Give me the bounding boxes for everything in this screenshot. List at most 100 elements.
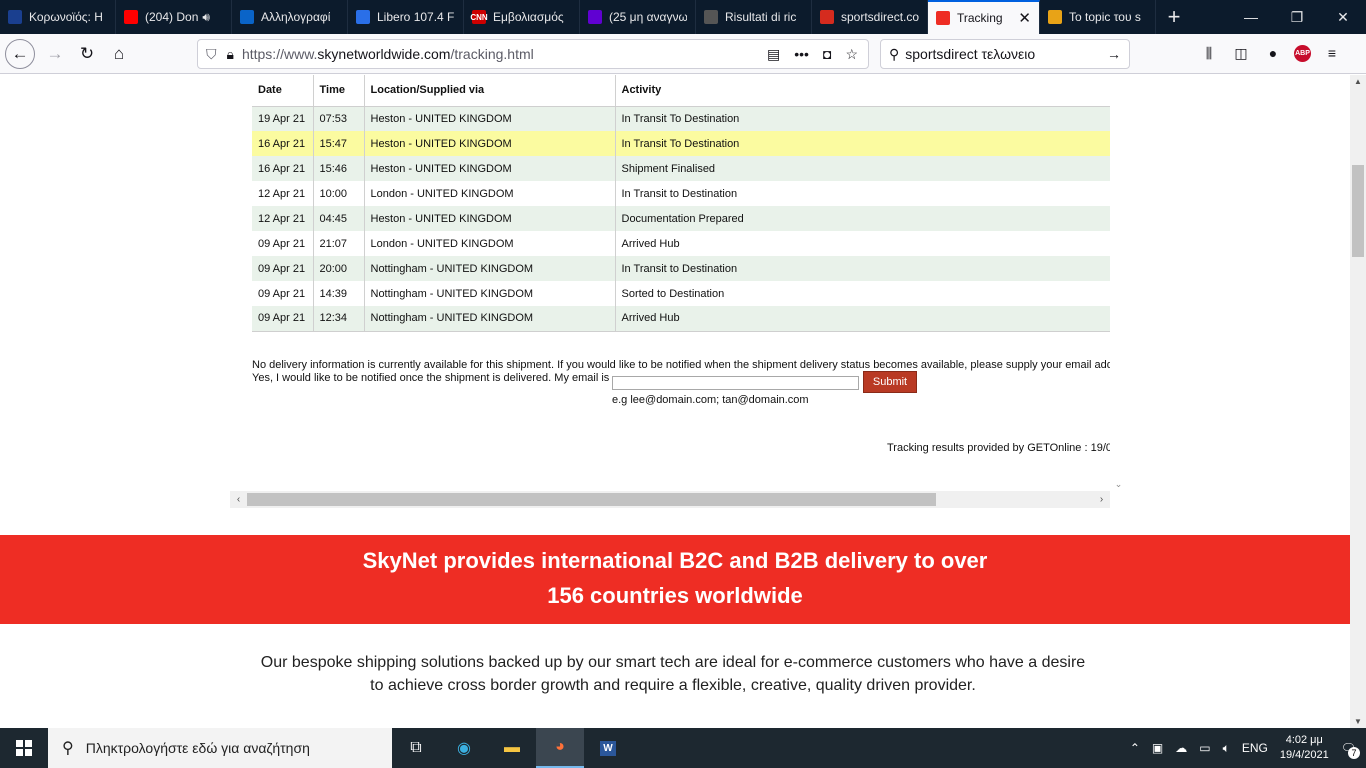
notification-count: 7 [1348, 747, 1360, 759]
task-view-button[interactable]: ⧉ [392, 728, 440, 768]
description-line: to achieve cross border growth and requi… [370, 677, 976, 694]
cell-date: 09 Apr 21 [252, 281, 314, 306]
play-icon [356, 10, 370, 24]
cell-time: 04:45 [313, 206, 365, 231]
search-icon: ⚲ [889, 45, 900, 62]
file-explorer-button[interactable]: ▬ [488, 728, 536, 768]
cell-date: 16 Apr 21 [252, 156, 314, 181]
taskbar-search[interactable]: ⚲ Πληκτρολογήστε εδώ για αναζήτηση [48, 728, 392, 768]
page-icon [704, 10, 718, 24]
table-row: 12 Apr 21 04:45 Heston - UNITED KINGDOM Doc… [252, 206, 1127, 231]
tab-label: Κορωνοϊός: Η [29, 10, 103, 24]
word-button[interactable]: W [584, 728, 632, 768]
email-field[interactable] [612, 376, 859, 390]
cell-activity: Shipment Finalised [615, 156, 1127, 181]
browser-tab[interactable]: (25 μη αναγνω [580, 0, 696, 34]
home-button[interactable]: ⌂ [103, 38, 135, 70]
clock-date: 19/4/2021 [1279, 749, 1329, 761]
edge-button[interactable]: ◉ [440, 728, 488, 768]
cell-date: 12 Apr 21 [252, 206, 314, 231]
column-header: Location/Supplied via [364, 75, 616, 107]
close-tab-icon[interactable]: ✕ [1018, 9, 1031, 27]
minimize-button[interactable]: — [1228, 0, 1274, 34]
url-host: skynetworldwide.com [317, 46, 451, 62]
reload-button[interactable]: ↻ [71, 38, 103, 70]
search-icon: ⚲ [62, 740, 74, 757]
toolbar-right: ⫼ ◫ ● ABP ≡ [1198, 42, 1343, 64]
scrollbar-thumb[interactable] [1352, 165, 1364, 257]
network-icon[interactable]: ▭ [1199, 741, 1210, 755]
clock[interactable]: 4:02 μμ 19/4/2021 [1280, 733, 1329, 763]
browser-tab[interactable]: Libero 107.4 F [348, 0, 464, 34]
table-row: 16 Apr 21 15:46 Heston - UNITED KINGDOM Shi… [252, 156, 1127, 181]
scroll-left-icon[interactable]: ‹ [230, 491, 247, 508]
scroll-down-icon[interactable]: ▼ [1350, 717, 1366, 726]
system-tray: ⌃ ▣ ☁ ▭ 🔈︎ ENG 4:02 μμ 19/4/2021 🗨︎ 7 [1130, 733, 1366, 763]
browser-tab[interactable]: sportsdirect.co [812, 0, 928, 34]
frame-vertical-scrollbar[interactable]: ⌄ [1110, 75, 1127, 492]
lock-icon[interactable]: 🔒︎ [227, 46, 234, 63]
browser-tab[interactable]: Το topic του s [1040, 0, 1156, 34]
firefox-button[interactable]: ◕ [536, 728, 584, 768]
table-row: 12 Apr 21 10:00 London - UNITED KINGDOM In … [252, 181, 1127, 206]
forward-button[interactable]: → [39, 38, 71, 70]
library-icon[interactable]: ⫼ [1198, 42, 1220, 64]
promo-banner: SkyNet provides international B2C and B2… [0, 535, 1350, 624]
page-actions-icon[interactable]: ••• [794, 46, 809, 63]
search-go-icon[interactable]: → [1107, 46, 1121, 62]
cell-activity: Arrived Hub [615, 306, 1127, 332]
pocket-icon[interactable]: ◘ [823, 46, 831, 63]
volume-icon[interactable]: 🔈︎ [1223, 741, 1230, 756]
scroll-down-icon[interactable]: ⌄ [1110, 479, 1127, 490]
speaker-icon[interactable]: 🔊︎ [202, 10, 210, 25]
onedrive-icon[interactable]: ☁ [1175, 741, 1187, 755]
browser-tab[interactable]: CNN Εμβολιασμός [464, 0, 580, 34]
browser-tab[interactable]: Risultati di ric [696, 0, 812, 34]
search-input[interactable] [905, 46, 1107, 62]
url-prefix: https://www. [241, 46, 318, 62]
browser-tab[interactable]: (204) Don 🔊︎ [116, 0, 232, 34]
cell-activity: Sorted to Destination [615, 281, 1127, 306]
yahoo-mail-icon [588, 10, 602, 24]
tab-label: Αλληλογραφί [261, 10, 331, 24]
notifications-icon[interactable]: 🗨︎ 7 [1341, 741, 1360, 759]
back-button[interactable]: ← [5, 38, 35, 69]
home-icon: ⌂ [113, 43, 125, 63]
browser-tab[interactable]: Κορωνοϊός: Η [0, 0, 116, 34]
cell-date: 12 Apr 21 [252, 181, 314, 206]
meet-now-icon[interactable]: ▣ [1152, 741, 1163, 755]
page-vertical-scrollbar[interactable]: ▲ ▼ [1350, 75, 1366, 728]
sidebar-icon[interactable]: ◫ [1230, 42, 1252, 64]
url-bar[interactable]: ⛉ 🔒︎ https://www. skynetworldwide.com/tra… [197, 39, 869, 69]
browser-tab[interactable]: Αλληλογραφί [232, 0, 348, 34]
tracking-protection-icon[interactable]: ⛉ [206, 46, 217, 63]
bookmark-star-icon[interactable]: ☆ [845, 46, 858, 63]
new-tab-button[interactable]: + [1156, 0, 1192, 34]
chevron-up-icon[interactable]: ⌃ [1130, 741, 1140, 755]
submit-button[interactable]: Submit [863, 371, 917, 393]
cell-time: 07:53 [313, 106, 365, 131]
account-icon[interactable]: ● [1262, 42, 1284, 64]
search-bar[interactable]: ⚲ → [880, 39, 1130, 69]
scrollbar-thumb[interactable] [247, 493, 936, 506]
frame-horizontal-scrollbar[interactable]: ‹ › [230, 491, 1110, 508]
cell-location: Heston - UNITED KINGDOM [364, 156, 616, 181]
tracking-table: Date Time Location/Supplied via Activity… [252, 75, 1127, 332]
cell-date: 16 Apr 21 [252, 131, 314, 156]
tab-label: Tracking [957, 11, 1003, 25]
browser-tab[interactable]: Tracking ✕ [928, 0, 1040, 34]
language-indicator[interactable]: ENG [1242, 741, 1268, 755]
scroll-right-icon[interactable]: › [1093, 491, 1110, 508]
tab-strip: Κορωνοϊός: Η (204) Don 🔊︎ Αλληλογραφί Libero… [0, 0, 1366, 34]
word-icon: W [600, 740, 616, 756]
description-text: Our bespoke shipping solutions backed up… [0, 651, 1346, 697]
tracking-frame: Date Time Location/Supplied via Activity… [230, 75, 1127, 508]
start-button[interactable] [0, 728, 48, 768]
restore-button[interactable]: ❐ [1274, 0, 1320, 34]
column-header: Time [313, 75, 365, 107]
menu-icon[interactable]: ≡ [1321, 42, 1343, 64]
reader-view-icon[interactable]: ▤ [767, 46, 780, 63]
adblock-plus-icon[interactable]: ABP [1294, 44, 1311, 62]
close-window-button[interactable]: ✕ [1320, 0, 1366, 34]
scroll-up-icon[interactable]: ▲ [1350, 77, 1366, 86]
